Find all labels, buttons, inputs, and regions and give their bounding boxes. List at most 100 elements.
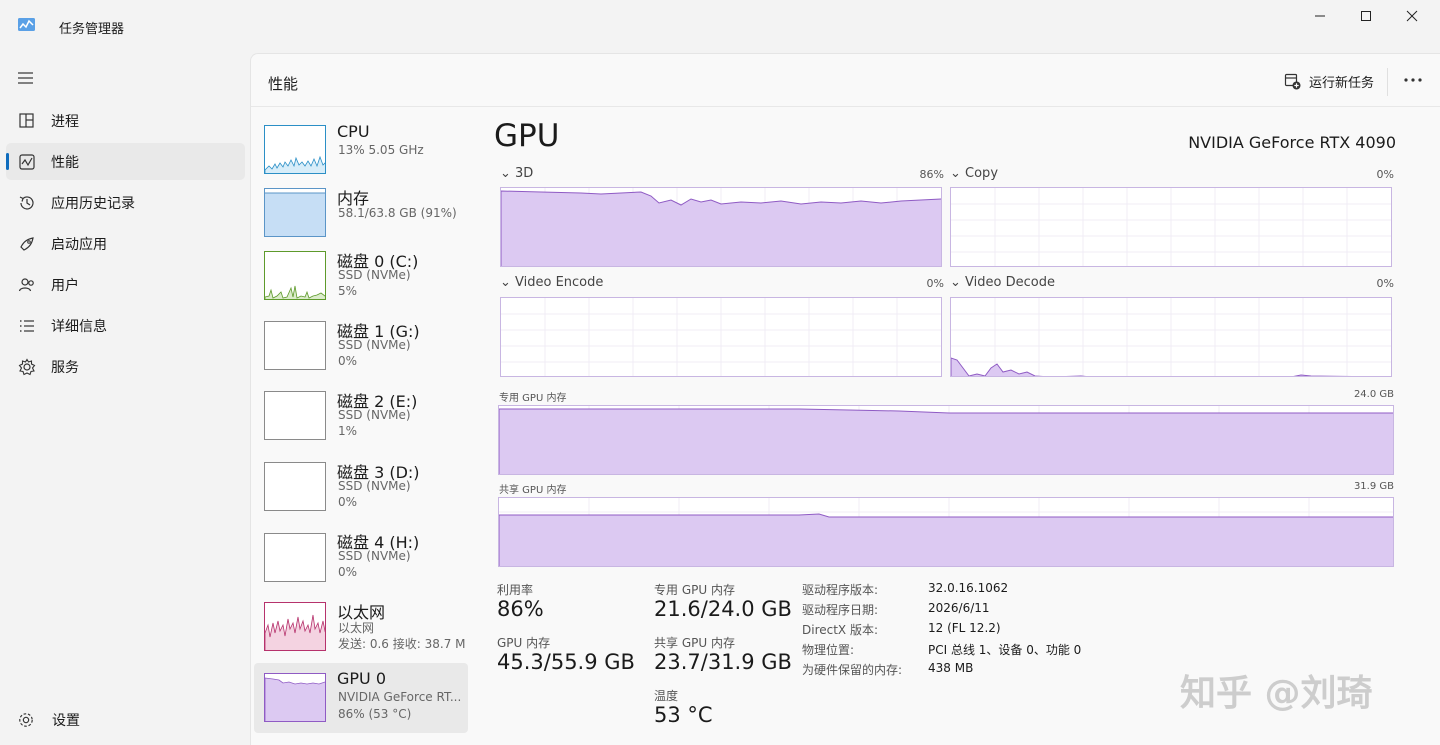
more-options-button[interactable]	[1401, 68, 1425, 92]
disk-0-thumbnail	[264, 251, 326, 300]
sidebar-item-details[interactable]: 详细信息	[6, 307, 245, 344]
resource-item-cpu[interactable]: CPU 13% 5.05 GHz	[254, 112, 468, 182]
resource-detail: 5%	[338, 284, 358, 298]
sidebar-item-performance[interactable]: 性能	[6, 143, 245, 180]
3d-label: 3D	[515, 166, 534, 181]
resource-detail: 86% (53 °C)	[338, 707, 412, 721]
copy-percent: 0%	[1376, 168, 1394, 181]
gpu-model-name: NVIDIA GeForce RTX 4090	[1188, 133, 1396, 152]
resource-item-disk-3[interactable]: 磁盘 3 (D:) SSD (NVMe) 0%	[254, 457, 468, 527]
settings-button[interactable]: 设置	[18, 710, 80, 730]
resource-item-disk-2[interactable]: 磁盘 2 (E:) SSD (NVMe) 1%	[254, 386, 468, 456]
startup-apps-icon	[20, 237, 34, 251]
sidebar-item-processes[interactable]: 进程	[6, 102, 245, 139]
video-decode-chart	[950, 297, 1392, 377]
resource-detail: 58.1/63.8 GB (91%)	[338, 206, 457, 220]
memory-thumbnail	[264, 188, 326, 237]
video-decode-selector[interactable]: ⌄ Video Decode	[950, 275, 1055, 290]
dedicated-memory-label: 专用 GPU 内存	[654, 583, 735, 597]
hamburger-menu-icon[interactable]	[17, 71, 34, 85]
video-encode-percent: 0%	[926, 277, 944, 290]
temperature-value: 53 °C	[654, 703, 713, 727]
cpu-thumbnail	[264, 125, 326, 174]
ethernet-thumbnail	[264, 602, 326, 651]
dedicated-memory-chart	[498, 405, 1394, 475]
physical-location-label: 物理位置:	[802, 643, 855, 657]
users-icon	[18, 278, 34, 292]
title-bar: 任务管理器	[0, 0, 1440, 52]
copy-usage-chart	[950, 187, 1392, 267]
resource-item-memory[interactable]: 内存 58.1/63.8 GB (91%)	[254, 182, 468, 252]
page-title: 性能	[268, 75, 299, 93]
services-icon	[18, 358, 36, 376]
directx-version-label: DirectX 版本:	[802, 623, 879, 637]
3d-percent: 86%	[919, 168, 944, 181]
maximize-button[interactable]	[1343, 0, 1389, 32]
disk-1-thumbnail	[264, 321, 326, 370]
header-divider	[1387, 68, 1388, 96]
sidebar-item-startup-apps[interactable]: 启动应用	[6, 225, 245, 262]
utilization-label: 利用率	[497, 583, 534, 597]
sidebar-item-label: 启动应用	[51, 236, 107, 253]
video-decode-chart-graphic	[951, 298, 1391, 376]
task-manager-app-icon	[18, 18, 35, 31]
sidebar-item-label: 进程	[51, 113, 79, 130]
resource-item-disk-4[interactable]: 磁盘 4 (H:) SSD (NVMe) 0%	[254, 527, 468, 597]
close-button[interactable]	[1389, 0, 1435, 32]
shared-memory-max: 31.9 GB	[1353, 481, 1394, 492]
directx-version-value: 12 (FL 12.2)	[928, 621, 1001, 635]
disk-4-thumbnail	[264, 533, 326, 582]
shared-memory-chart-graphic	[499, 498, 1393, 566]
reserved-memory-label: 为硬件保留的内存:	[802, 663, 903, 677]
sidebar-item-users[interactable]: 用户	[6, 266, 245, 303]
resource-detail: 0%	[338, 354, 358, 368]
run-new-task-button[interactable]: 运行新任务	[1284, 70, 1374, 92]
driver-date-value: 2026/6/11	[928, 601, 990, 615]
minimize-button[interactable]	[1297, 0, 1343, 32]
resource-detail: 0%	[338, 495, 358, 509]
sidebar-item-services[interactable]: 服务	[6, 348, 245, 385]
3d-engine-selector[interactable]: ⌄ 3D	[500, 166, 533, 181]
resource-detail: SSD (NVMe)	[338, 549, 411, 563]
resource-detail: SSD (NVMe)	[338, 479, 411, 493]
disk-2-thumbnail	[264, 391, 326, 440]
header-separator	[251, 106, 1440, 107]
disk-3-thumbnail	[264, 462, 326, 511]
resource-item-disk-0[interactable]: 磁盘 0 (C:) SSD (NVMe) 5%	[254, 245, 468, 315]
app-history-icon	[19, 196, 34, 210]
driver-version-label: 驱动程序版本:	[802, 583, 879, 597]
resource-detail: SSD (NVMe)	[338, 408, 411, 422]
settings-label: 设置	[52, 713, 80, 729]
physical-location-value: PCI 总线 1、设备 0、功能 0	[928, 643, 1082, 657]
window-title: 任务管理器	[59, 22, 125, 37]
resource-name: GPU 0	[337, 669, 387, 688]
resource-item-gpu-0[interactable]: GPU 0 NVIDIA GeForce RT... 86% (53 °C)	[254, 663, 468, 733]
resource-detail: SSD (NVMe)	[338, 338, 411, 352]
gpu-memory-value: 45.3/55.9 GB	[497, 650, 635, 674]
video-encode-chart	[500, 297, 942, 377]
performance-icon	[19, 154, 35, 170]
resource-detail: 发送: 0.6 接收: 38.7 M	[338, 637, 466, 651]
dedicated-memory-chart-label: 专用 GPU 内存	[499, 393, 567, 404]
sidebar-item-app-history[interactable]: 应用历史记录	[6, 184, 245, 221]
shared-memory-value: 23.7/31.9 GB	[654, 650, 792, 674]
resource-detail: 0%	[338, 565, 358, 579]
sidebar-item-label: 服务	[51, 359, 79, 376]
3d-usage-chart	[500, 187, 942, 267]
watermark: 知乎 @刘琦	[1180, 673, 1373, 714]
video-encode-chart-graphic	[501, 298, 941, 376]
resource-item-ethernet[interactable]: 以太网 以太网 发送: 0.6 接收: 38.7 M	[254, 597, 468, 667]
copy-engine-selector[interactable]: ⌄ Copy	[950, 166, 998, 181]
resource-detail: 1%	[338, 424, 358, 438]
resource-detail: 13% 5.05 GHz	[338, 143, 424, 157]
sidebar-item-label: 应用历史记录	[51, 195, 135, 212]
video-encode-selector[interactable]: ⌄ Video Encode	[500, 275, 603, 290]
shared-memory-label: 共享 GPU 内存	[654, 636, 735, 650]
gpu-memory-label: GPU 内存	[497, 636, 551, 650]
copy-label: Copy	[965, 166, 999, 181]
video-decode-percent: 0%	[1376, 277, 1394, 290]
video-decode-label: Video Decode	[965, 275, 1055, 290]
maximize-icon	[1361, 11, 1371, 21]
resource-item-disk-1[interactable]: 磁盘 1 (G:) SSD (NVMe) 0%	[254, 316, 468, 386]
settings-gear-icon	[19, 713, 33, 727]
